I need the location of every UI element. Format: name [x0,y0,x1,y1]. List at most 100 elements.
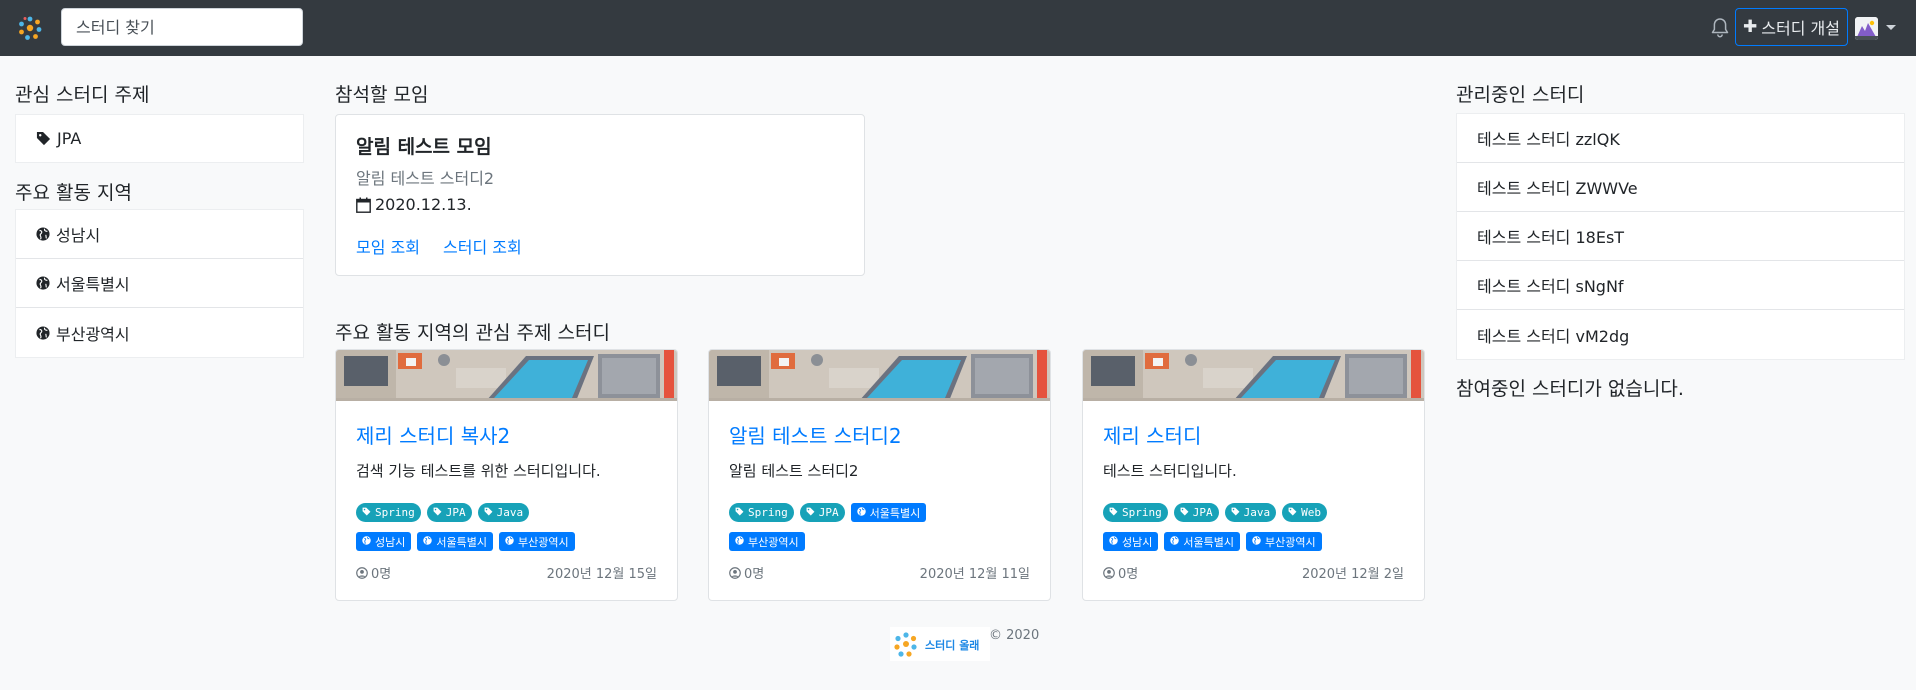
zone-tag-label: 성남시 [375,535,406,549]
topic-tag[interactable]: Spring [1103,503,1168,522]
user-icon [1103,566,1115,579]
bell-icon[interactable] [1710,17,1730,39]
open-study-label: 스터디 개설 [1761,19,1840,38]
study-olle-logo-icon[interactable] [17,15,43,41]
topic-tag[interactable]: JPA [426,503,472,522]
study-date: 2020년 12월 15일 [546,567,657,582]
chevron-down-icon[interactable] [1886,25,1896,30]
study-card[interactable]: 제리 스터디테스트 스터디입니다. Spring JPA Java Web 성남시 서울특별… [1082,349,1425,601]
user-icon [729,566,741,579]
study-tags: Spring JPA 서울특별시부산광역시 [729,503,1039,551]
globe-icon [735,535,744,548]
managing-study-item[interactable]: 테스트 스터디 vM2dg [1457,310,1904,359]
topic-tag[interactable]: Spring [356,503,421,522]
study-cover-image [1083,350,1424,401]
globe-icon [856,506,866,519]
topic-tag-label: JPA [818,506,839,519]
managing-study-item[interactable]: 테스트 스터디 18EsT [1457,212,1904,261]
zone-tag[interactable]: 서울특별시 [417,532,493,551]
zone-tag-label: 부산광역시 [748,535,799,549]
globe-icon [1109,535,1118,548]
zone-item[interactable]: 서울특별시 [16,259,303,308]
study-tags: Spring JPA Java 성남시 서울특별시 부산광역시 [356,503,666,551]
study-title[interactable]: 제리 스터디 [1103,420,1201,449]
topic-tag-label: Java [1243,506,1271,519]
managing-study-item[interactable]: 테스트 스터디 ZWWVe [1457,163,1904,212]
tag-icon [484,506,493,519]
study-card[interactable]: 제리 스터디 복사2 검색 기능 테스트를 위한 스터디입니다. Spring JPA… [335,349,678,601]
study-search-input[interactable] [61,8,303,46]
study-description: 테스트 스터디입니다. [1103,462,1237,480]
topic-tag[interactable]: Java [1224,503,1277,522]
events-heading: 참석할 모임 [335,84,429,106]
tag-icon [1231,506,1240,519]
zone-tag[interactable]: 부산광역시 [498,532,575,551]
zone-tag-label: 서울특별시 [869,506,921,520]
globe-icon [36,227,50,241]
topic-tag-label: Spring [1122,506,1162,519]
user-icon [356,566,368,579]
zone-tag[interactable]: 부산광역시 [1245,532,1322,551]
zone-item[interactable]: 성남시 [16,210,303,259]
managing-study-item[interactable]: 테스트 스터디 zzlQK [1457,114,1904,163]
navbar: ✚ 스터디 개설 [0,0,1916,56]
globe-icon [423,535,433,548]
zone-tag[interactable]: 성남시 [1103,532,1159,551]
study-title[interactable]: 알림 테스트 스터디2 [729,420,902,449]
topic-tag-label: Java [496,506,524,519]
zones-list: 성남시 서울특별시 부산광역시 [15,209,304,358]
footer-copyright: © 2020 [989,628,1040,643]
interests-list: JPA [15,114,304,163]
topic-tag-label: Spring [375,506,415,519]
tag-icon [1109,506,1118,519]
event-date: 2020.12.13. [356,195,472,214]
study-card[interactable]: 알림 테스트 스터디2 알림 테스트 스터디2 Spring JPA 서울특별시 부산광역… [708,349,1051,601]
globe-icon [36,325,50,340]
topic-tag[interactable]: Spring [729,503,794,522]
managing-study-item[interactable]: 테스트 스터디 sNgNf [1457,261,1904,310]
member-count: 0명 [729,563,764,582]
member-count-text: 0명 [1118,567,1139,582]
zone-tag-label: 서울특별시 [436,535,487,549]
zone-item[interactable]: 부산광역시 [16,308,303,357]
event-study-name: 알림 테스트 스터디2 [356,169,495,188]
topic-tag[interactable]: JPA [799,503,845,522]
globe-icon [362,535,371,548]
globe-icon [36,276,50,290]
zone-label: 서울특별시 [56,275,130,294]
globe-icon [1252,535,1261,548]
topic-tag[interactable]: JPA [1173,503,1219,522]
member-count: 0명 [1103,563,1138,582]
view-study-link[interactable]: 스터디 조회 [443,234,522,258]
topic-tag[interactable]: Java [477,503,530,522]
study-title[interactable]: 제리 스터디 복사2 [356,420,510,449]
tag-icon [36,131,51,146]
zone-tag[interactable]: 서울특별시 [850,503,927,522]
tag-icon [362,506,371,519]
study-tags: Spring JPA Java Web 성남시 서울특별시 부산광역시 [1103,503,1413,551]
study-description: 검색 기능 테스트를 위한 스터디입니다. [356,462,601,480]
zone-tag-label: 서울특별시 [1183,535,1234,549]
zone-tag[interactable]: 성남시 [356,532,412,551]
member-count: 0명 [356,563,391,582]
topic-tag-label: Web [1301,506,1321,519]
footer-logo-icon: 스터디 올래 [890,627,990,661]
topic-tag[interactable]: Web [1282,503,1327,522]
zone-tag-label: 성남시 [1122,535,1153,549]
zone-tag[interactable]: 서울특별시 [1164,532,1240,551]
interest-label: JPA [57,129,82,148]
tag-icon [1288,506,1297,519]
interests-heading: 관심 스터디 주제 [15,84,150,106]
zone-tag[interactable]: 부산광역시 [729,532,805,551]
event-card: 알림 테스트 모임 알림 테스트 스터디2 2020.12.13. 모임 조회 … [335,114,865,276]
interest-item[interactable]: JPA [16,115,303,162]
open-study-button[interactable]: ✚ 스터디 개설 [1735,8,1848,46]
topic-tag-label: JPA [445,506,466,519]
plus-icon: ✚ [1743,17,1758,37]
view-event-link[interactable]: 모임 조회 [356,234,420,258]
avatar-icon[interactable] [1855,17,1878,40]
studies-heading: 주요 활동 지역의 관심 주제 스터디 [335,322,610,344]
tag-icon [1180,506,1189,519]
zone-label: 성남시 [56,226,101,245]
tag-icon [806,506,815,519]
